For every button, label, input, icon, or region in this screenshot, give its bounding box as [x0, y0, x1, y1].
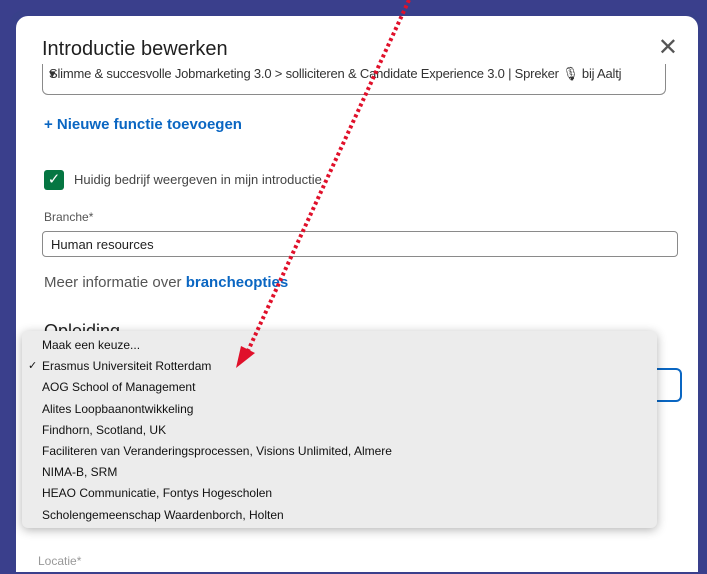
industry-info-prefix: Meer informatie over — [44, 274, 186, 291]
industry-options-link[interactable]: brancheopties — [186, 274, 289, 291]
position-select[interactable]: Slimme & succesvolle Jobmarketing 3.0 > … — [42, 64, 666, 95]
industry-info: Meer informatie over brancheopties — [44, 274, 288, 291]
education-dropdown[interactable]: Maak een keuze...Erasmus Universiteit Ro… — [22, 331, 657, 528]
dropdown-option[interactable]: Erasmus Universiteit Rotterdam — [22, 356, 657, 377]
dropdown-option[interactable]: Alites Loopbaanontwikkeling — [22, 399, 657, 420]
dropdown-option[interactable]: HEAO Communicatie, Fontys Hogescholen — [22, 483, 657, 504]
current-company-label: Huidig bedrijf weergeven in mijn introdu… — [74, 172, 322, 187]
modal-title: Introductie bewerken — [42, 38, 228, 60]
dropdown-option[interactable]: Maak een keuze... — [22, 335, 657, 356]
dropdown-option[interactable]: NIMA-B, SRM — [22, 462, 657, 483]
current-company-checkbox[interactable]: ✓ — [44, 170, 64, 190]
dropdown-option[interactable]: Findhorn, Scotland, UK — [22, 420, 657, 441]
dropdown-option[interactable]: Scholengemeenschap Waardenborch, Holten — [22, 505, 657, 526]
dropdown-option[interactable]: AOG School of Management — [22, 377, 657, 398]
chevron-down-icon: ▾ — [49, 66, 56, 81]
industry-label: Branche* — [44, 210, 94, 224]
hidden-field-label: Locatie* — [38, 554, 82, 568]
add-position-link[interactable]: + Nieuwe functie toevoegen — [44, 116, 242, 133]
industry-input[interactable] — [42, 231, 678, 257]
close-icon[interactable]: ✕ — [658, 36, 678, 60]
dropdown-option[interactable]: Faciliteren van Veranderingsprocessen, V… — [22, 441, 657, 462]
